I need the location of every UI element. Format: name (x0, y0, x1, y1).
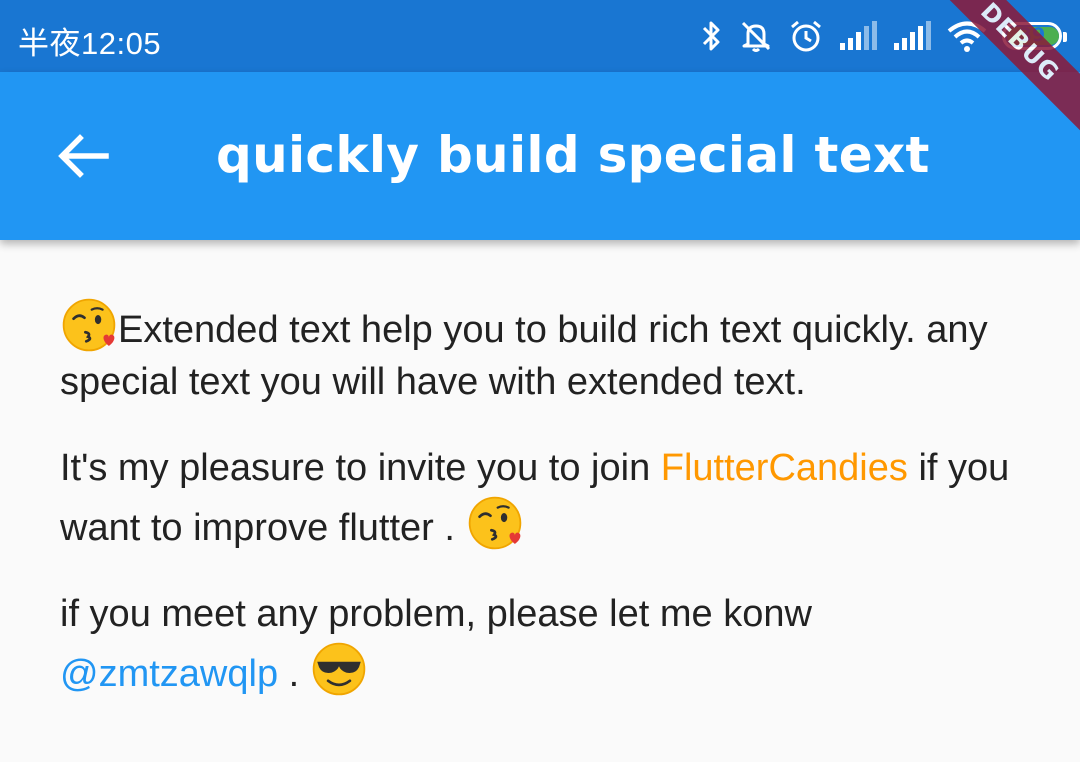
status-time: 半夜12:05 (18, 26, 162, 61)
mute-icon (741, 21, 771, 52)
kissing-heart-emoji (468, 496, 521, 550)
status-bar: 半夜12:05 (0, 0, 1080, 72)
kissing-heart-emoji (62, 298, 116, 352)
signal-icon (894, 21, 931, 50)
paragraph-intro: Extended text help you to build rich tex… (60, 296, 1040, 408)
contact-text: if you meet any problem, please let me k… (60, 593, 812, 635)
sunglasses-emoji (312, 642, 366, 696)
signal-icon (840, 21, 877, 50)
paragraph-contact: if you meet any problem, please let me k… (60, 588, 1040, 700)
invite-text: It's my pleasure to invite you to join (60, 447, 661, 489)
back-button[interactable] (44, 116, 124, 196)
paragraph-invite: It's my pleasure to invite you to join F… (60, 442, 1040, 554)
app-bar: quickly build special text (0, 72, 1080, 240)
bluetooth-icon (702, 21, 720, 51)
special-text-content: Extended text help you to build rich tex… (60, 296, 1040, 700)
contact-text-end: . (278, 653, 310, 695)
fluttercandies-link[interactable]: FlutterCandies (661, 447, 908, 489)
page-title: quickly build special text (216, 126, 930, 184)
arrow-left-icon (58, 134, 109, 178)
mention-link[interactable]: @zmtzawqlp (60, 653, 278, 695)
intro-text: Extended text help you to build rich tex… (60, 309, 988, 403)
alarm-icon (791, 20, 821, 52)
